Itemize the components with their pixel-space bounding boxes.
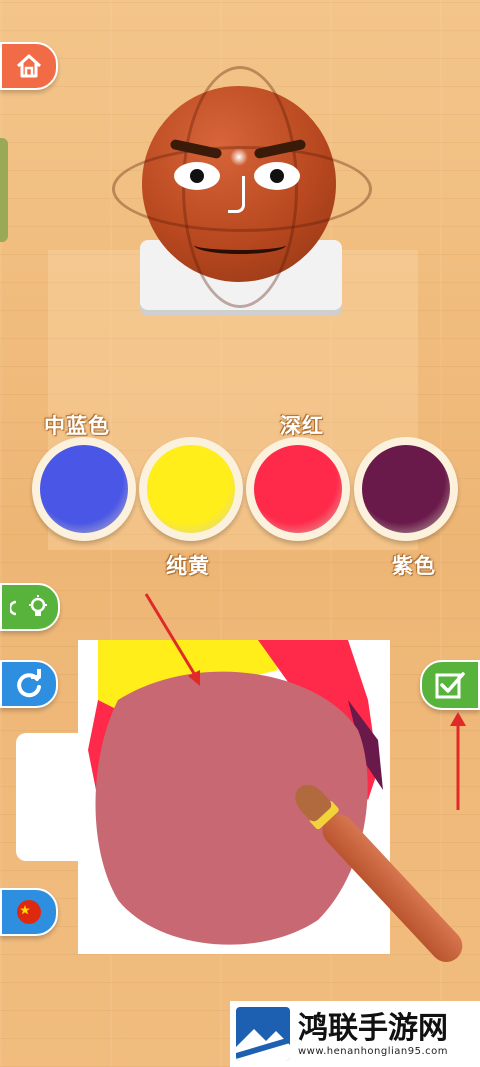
done-button[interactable]: [420, 660, 480, 710]
paint-dish-purple[interactable]: [354, 437, 458, 541]
basketball-face-target: [112, 66, 372, 308]
paint-dish-blue[interactable]: [32, 437, 136, 541]
hint-button[interactable]: [0, 583, 60, 631]
rotate-icon: [17, 669, 41, 698]
side-tab[interactable]: [0, 138, 8, 242]
watermark: 鸿联手游网 www.henanhonglian95.com: [230, 1001, 480, 1067]
home-button[interactable]: [0, 42, 58, 90]
paint-strokes: [88, 640, 383, 945]
label-red: 深红: [280, 414, 324, 438]
label-blue: 中蓝色: [44, 414, 110, 438]
annotation-arrow-done: [450, 712, 466, 810]
watermark-url: www.henanhonglian95.com: [298, 1045, 449, 1057]
lightbulb-icon: [10, 595, 47, 616]
label-yellow: 纯黄: [166, 554, 210, 578]
language-button[interactable]: [0, 888, 58, 936]
paint-purple: [362, 445, 450, 533]
paint-blue: [40, 445, 128, 533]
watermark-title: 鸿联手游网: [298, 1010, 448, 1046]
paint-dish-red[interactable]: [246, 437, 350, 541]
home-icon: [16, 54, 42, 78]
paper-tab: [16, 733, 86, 861]
paint-dish-yellow[interactable]: [139, 437, 243, 541]
label-purple: 紫色: [392, 554, 436, 578]
ball-shine: [230, 148, 248, 166]
paint-red: [254, 445, 342, 533]
annotation-arrow-canvas: [144, 593, 200, 686]
painting-canvas[interactable]: [78, 640, 390, 954]
paint-yellow: [147, 445, 235, 533]
china-flag-icon: [17, 900, 41, 924]
checkbox-icon: [435, 672, 465, 699]
rotate-button[interactable]: [0, 660, 58, 708]
watermark-logo-icon: [236, 1007, 290, 1061]
